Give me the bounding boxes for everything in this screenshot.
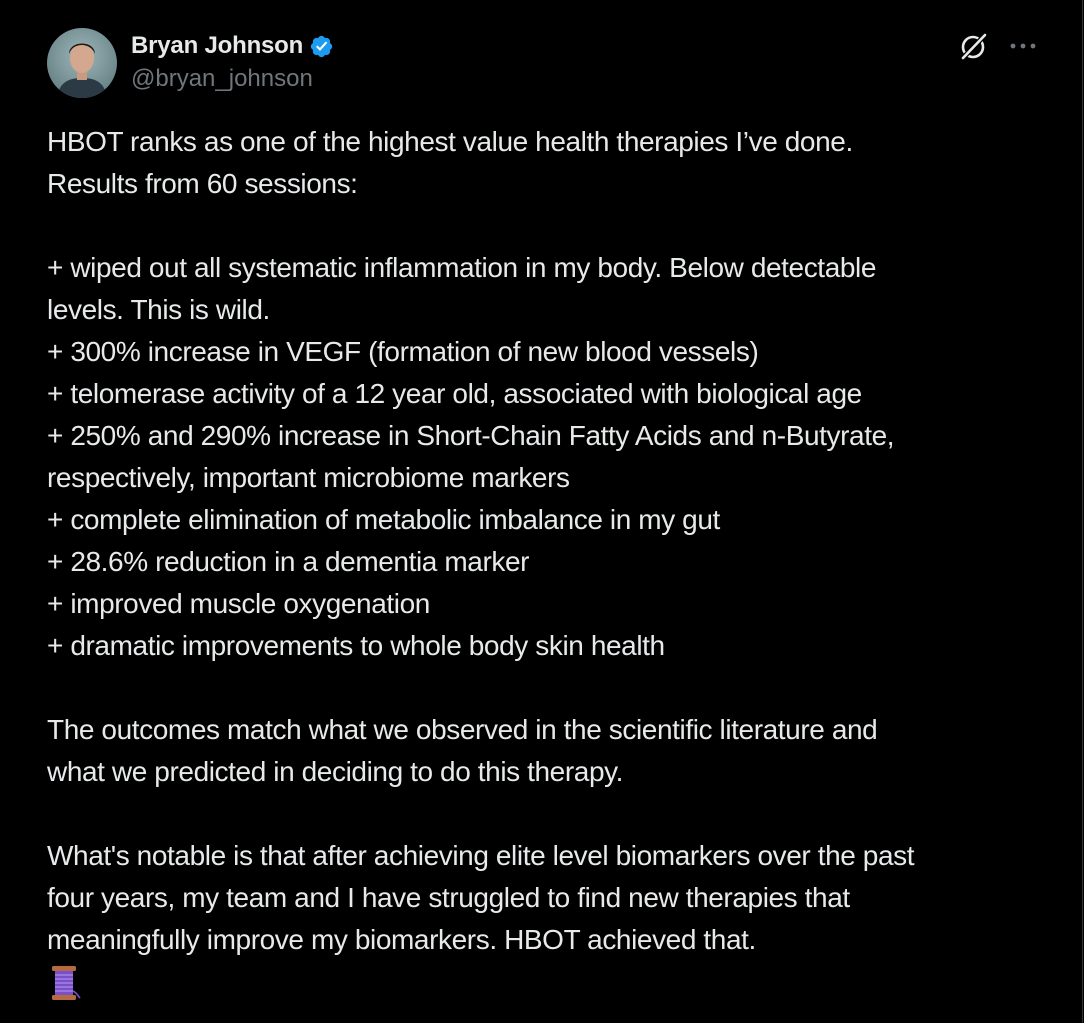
text-line: levels. This is wild.	[47, 294, 270, 325]
text-line: + 28.6% reduction in a dementia marker	[47, 546, 530, 577]
spool-glyph	[52, 966, 81, 1000]
tweet-text: HBOT ranks as one of the highest value h…	[47, 121, 1057, 1007]
text-line: + complete elimination of metabolic imba…	[47, 504, 720, 535]
display-name-row: Bryan Johnson	[131, 30, 334, 62]
text-line: The outcomes match what we observed in t…	[47, 714, 878, 745]
text-line: What's notable is that after achieving e…	[47, 840, 915, 871]
grok-icon[interactable]	[956, 28, 992, 64]
text-line: + telomerase activity of a 12 year old, …	[47, 378, 862, 409]
text-line: meaningfully improve my biomarkers. HBOT…	[47, 924, 756, 955]
grok-glyph	[960, 32, 988, 61]
text-line: + 250% and 290% increase in Short-Chain …	[47, 420, 895, 451]
text-line: + wiped out all systematic inflammation …	[47, 252, 877, 283]
thread-spool-icon	[47, 961, 1057, 1007]
text-line: Results from 60 sessions:	[47, 168, 358, 199]
avatar-image	[47, 28, 117, 98]
text-line: what we predicted in deciding to do this…	[47, 756, 624, 787]
text-line: + dramatic improvements to whole body sk…	[47, 630, 665, 661]
avatar[interactable]	[47, 28, 117, 98]
text-line: respectively, important microbiome marke…	[47, 462, 570, 493]
verified-badge-icon[interactable]	[309, 34, 334, 59]
tweet: Bryan Johnson @bryan_johnson HBOT ranks …	[0, 0, 1083, 1023]
text-line: four years, my team and I have struggled…	[47, 882, 850, 913]
text-line: + improved muscle oxygenation	[47, 588, 430, 619]
text-line: + 300% increase in VEGF (formation of ne…	[47, 336, 759, 367]
text-line: HBOT ranks as one of the highest value h…	[47, 126, 853, 157]
author-handle[interactable]: @bryan_johnson	[131, 65, 334, 93]
display-name[interactable]: Bryan Johnson	[131, 32, 303, 60]
more-options-icon[interactable]	[1006, 28, 1040, 64]
more-dots	[1010, 43, 1036, 49]
author-block: Bryan Johnson @bryan_johnson	[131, 30, 334, 93]
